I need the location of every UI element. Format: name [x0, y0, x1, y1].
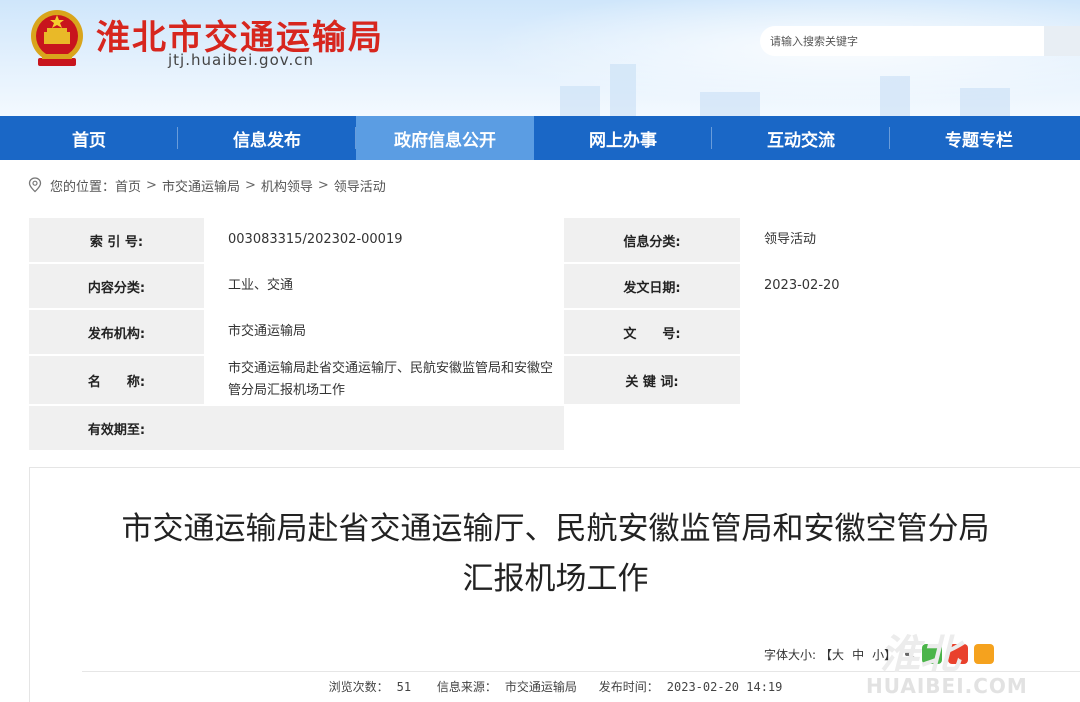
search-button[interactable]	[1044, 26, 1080, 56]
doc-number-value	[740, 310, 1080, 354]
national-emblem-icon[interactable]	[28, 8, 86, 68]
nav-item-info-release[interactable]: 信息发布	[178, 116, 356, 160]
article-title-line: 汇报机场工作	[462, 561, 649, 597]
breadcrumb-separator: >	[146, 177, 157, 193]
info-category-value: 领导活动	[740, 218, 1080, 262]
breadcrumb-home[interactable]: 首页	[115, 176, 141, 195]
nav-item-label: 政府信息公开	[394, 130, 496, 151]
location-pin-icon	[28, 177, 42, 193]
index-label: 索 引 号:	[29, 218, 204, 262]
breadcrumb-bureau[interactable]: 市交通运输局	[162, 176, 240, 195]
font-size-label: 字体大小:	[764, 647, 817, 662]
main-nav: 首页 信息发布 政府信息公开 网上办事 互动交流 专题专栏	[0, 116, 1080, 160]
nav-item-gov-info-disclosure[interactable]: 政府信息公开	[356, 116, 534, 160]
pub-time-value: 2023-02-20 14:19	[666, 680, 783, 694]
nav-item-label: 信息发布	[233, 130, 301, 151]
search-input[interactable]	[770, 26, 1040, 56]
site-domain: jtj.huaibei.gov.cn	[168, 51, 314, 69]
table-row: 内容分类: 工业、交通 发文日期: 2023-02-20	[29, 264, 1080, 308]
header-skyline	[880, 76, 910, 116]
article-title: 市交通运输局赴省交通运输厅、民航安徽监管局和安徽空管分局 汇报机场工作	[30, 504, 1080, 604]
breadcrumb-leadership[interactable]: 机构领导	[261, 176, 313, 195]
header-skyline	[960, 88, 1010, 116]
valid-until-value	[204, 406, 564, 450]
nav-item-interaction[interactable]: 互动交流	[712, 116, 890, 160]
header-skyline	[560, 86, 600, 116]
watermark-cn: 淮北	[880, 631, 960, 678]
breadcrumb: 您的位置： 首页 > 市交通运输局 > 机构领导 > 领导活动	[28, 175, 386, 195]
font-large-button[interactable]: 【大	[820, 646, 844, 663]
keywords-label: 关 键 词:	[564, 356, 740, 404]
name-label: 名 称:	[29, 356, 204, 404]
nav-item-label: 专题专栏	[945, 130, 1013, 151]
pub-time-label: 发布时间：	[598, 680, 659, 694]
doc-number-label: 文 号:	[564, 310, 740, 354]
source-value: 市交通运输局	[504, 680, 577, 694]
org-label: 发布机构:	[29, 310, 204, 354]
info-category-label: 信息分类:	[564, 218, 740, 262]
nav-item-online-services[interactable]: 网上办事	[534, 116, 712, 160]
article-title-line: 市交通运输局赴省交通运输厅、民航安徽监管局和安徽空管分局	[121, 511, 990, 547]
views-label: 浏览次数：	[328, 680, 389, 694]
breadcrumb-prefix: 您的位置：	[50, 179, 116, 195]
index-value: 003083315/202302-00019	[204, 218, 564, 262]
watermark: 淮北 HUAIBEI.COM	[860, 622, 1080, 702]
header-skyline	[700, 92, 760, 116]
org-value: 市交通运输局	[204, 310, 564, 354]
views-value: 51	[396, 680, 412, 694]
table-row: 有效期至:	[29, 406, 564, 450]
content-category-label: 内容分类:	[29, 264, 204, 308]
watermark-text: HUAIBEI.COM	[866, 674, 1028, 698]
table-row: 索 引 号: 003083315/202302-00019 信息分类: 领导活动	[29, 218, 1080, 262]
nav-item-label: 首页	[72, 130, 106, 151]
breadcrumb-separator: >	[317, 177, 329, 193]
table-row: 发布机构: 市交通运输局 文 号:	[29, 310, 1080, 354]
nav-item-label: 网上办事	[589, 130, 657, 151]
breadcrumb-leader-activities[interactable]: 领导活动	[334, 176, 386, 195]
pub-date-value: 2023-02-20	[740, 264, 1080, 308]
site-header: 淮北市交通运输局 jtj.huaibei.gov.cn	[0, 0, 1080, 116]
name-value: 市交通运输局赴省交通运输厅、民航安徽监管局和安徽空管分局汇报机场工作	[204, 356, 564, 404]
nav-item-home[interactable]: 首页	[0, 116, 178, 160]
content-category-value: 工业、交通	[204, 264, 564, 308]
breadcrumb-separator: >	[244, 177, 256, 193]
nav-item-label: 互动交流	[767, 130, 835, 151]
header-skyline	[610, 64, 636, 116]
pub-date-label: 发文日期:	[564, 264, 740, 308]
valid-until-label: 有效期至:	[29, 406, 204, 450]
search-box	[760, 26, 1080, 56]
keywords-value	[740, 356, 1080, 404]
source-label: 信息来源：	[436, 680, 497, 694]
nav-item-special-topics[interactable]: 专题专栏	[890, 116, 1068, 160]
table-row: 名 称: 市交通运输局赴省交通运输厅、民航安徽监管局和安徽空管分局汇报机场工作 …	[29, 356, 1080, 404]
